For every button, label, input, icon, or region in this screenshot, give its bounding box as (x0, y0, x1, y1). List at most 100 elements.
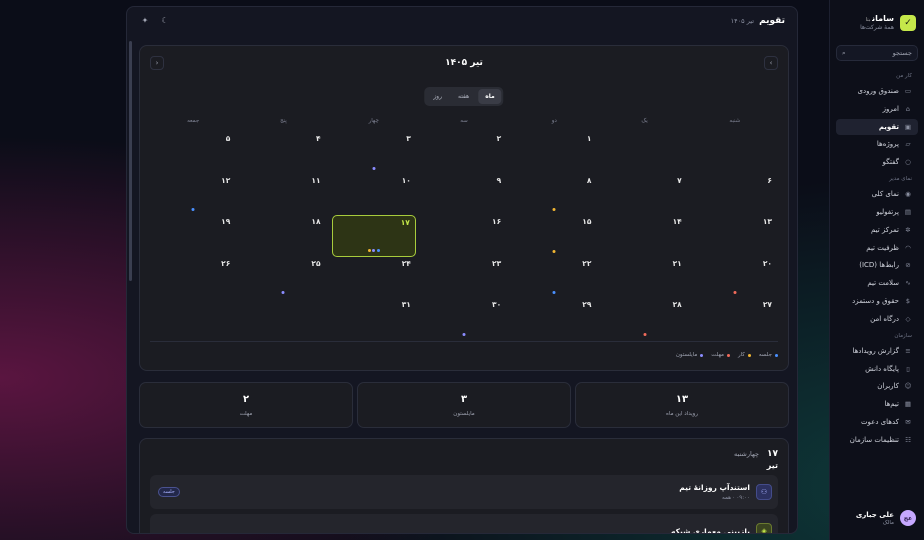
scrollbar[interactable] (129, 41, 132, 281)
calendar-day[interactable]: ۲ (422, 132, 506, 174)
sidebar-item[interactable]: ○ گفتگو (836, 154, 918, 170)
calendar-day[interactable]: ۲۸ (602, 298, 686, 340)
view-tab[interactable]: هفته (451, 89, 476, 104)
weekday-label: دو (551, 118, 557, 124)
moon-icon[interactable]: ☾ (159, 15, 171, 27)
sidebar-item-label: صندوق ورودی (857, 87, 899, 95)
sidebar-item[interactable]: ▭ صندوق ورودی (836, 83, 918, 99)
calendar-day[interactable]: ۲۴ (332, 257, 416, 299)
brand-subtitle: همهٔ شرکت‌ها (860, 24, 894, 31)
event-dots (191, 208, 195, 211)
calendar-day[interactable]: ۵ (151, 132, 235, 174)
calendar-day[interactable]: ۱۷ (331, 215, 416, 257)
sidebar-item[interactable]: ◠ ظرفیت تیم (836, 240, 918, 256)
event-title: بازبینی معماری شبکه (671, 526, 750, 534)
calendar-day[interactable]: ۱۶ (422, 215, 506, 257)
calendar-day[interactable]: ۴ (241, 132, 325, 174)
page-subtitle: تیر ۱۴۰۵ (730, 17, 755, 25)
calendar-day[interactable]: ۳۰ (422, 298, 506, 340)
sidebar-item-label: تقویم (878, 122, 899, 131)
sparkle-icon[interactable]: ✦ (139, 15, 151, 27)
event-list: ⚇ استندآپ روزانهٔ تیم ۰۹:۰۰ · همه جلسه ◈ بازب… (150, 475, 778, 533)
calendar-day[interactable]: ۱۸ (241, 215, 325, 257)
calendar-day[interactable]: ۲۵ (241, 257, 325, 299)
sidebar-item[interactable]: ☷ تنظیمات سازمان (836, 432, 918, 448)
book-icon: ▯ (906, 364, 910, 373)
stat-value: ۲ (242, 393, 250, 405)
chevron-right-icon: › (769, 59, 773, 67)
event-item[interactable]: ◈ بازبینی معماری شبکه (150, 514, 778, 533)
day-month: تیر (766, 461, 778, 470)
briefcase-icon: ▤ (904, 207, 912, 216)
sidebar-item[interactable]: ✲ تمرکز تیم (836, 222, 918, 238)
sidebar-item[interactable]: ☺ کاربران (836, 378, 918, 394)
calendar-day[interactable]: ۱۹ (151, 215, 235, 257)
calendar-day[interactable]: ۱۳ (693, 215, 777, 257)
search-input[interactable]: جستجو ⌕ (836, 45, 918, 61)
calendar-day[interactable]: ۲۷ (693, 298, 777, 340)
sidebar-item[interactable]: ◉ نمای کلی (836, 186, 918, 202)
calendar-day[interactable]: ۱۰ (332, 174, 416, 216)
day-number-label: ۲۹ (582, 300, 592, 309)
weekday-header: شنبه یک دو سه چهار پنج جمعه (148, 118, 780, 124)
sidebar-item-label: پروژه‌ها (876, 140, 899, 149)
calendar-day[interactable]: ۲۲ (512, 257, 596, 299)
sidebar-item[interactable]: ✉ کدهای دعوت (836, 414, 918, 430)
day-number-label: ۱۵ (582, 217, 592, 226)
dollar-icon: $ (905, 296, 911, 305)
sidebar-item[interactable]: ∿ سلامت تیم (836, 275, 918, 291)
sidebar-section-title: نمای مدیر (889, 176, 912, 183)
day-number-label: ۱۰ (401, 175, 411, 185)
day-number-label: ۲۴ (401, 258, 411, 268)
sidebar-item[interactable]: ≡ گزارش رویدادها (836, 343, 918, 359)
legend-label: مایلستون (675, 352, 698, 358)
grid-icon: ▦ (904, 400, 912, 409)
user-profile[interactable]: عج علی جباری مالک (836, 510, 916, 526)
calendar-day[interactable]: ۱۱ (241, 174, 325, 216)
sidebar-item[interactable]: ▦ تیم‌ها (836, 396, 918, 412)
calendar-day[interactable]: ۲۶ (151, 257, 235, 299)
mail-icon: ✉ (905, 417, 911, 426)
sidebar-item[interactable]: ⊘ رابط‌ها (ICD) (836, 257, 918, 273)
calendar-day[interactable]: ۲۰ (693, 257, 777, 299)
calendar-day[interactable]: ۹ (422, 174, 506, 216)
sidebar-item[interactable]: ▣ تقویم (836, 118, 918, 135)
sidebar-item[interactable]: ▱ پروژه‌ها (836, 136, 918, 152)
legend-label: کار (737, 352, 745, 358)
view-tab[interactable]: روز (426, 89, 449, 104)
next-month-button[interactable]: › (764, 56, 778, 70)
sidebar-item[interactable]: ▤ پرتفولیو (836, 204, 918, 220)
day-number-label: ۳۱ (401, 300, 411, 309)
view-tab[interactable]: ماه (478, 89, 502, 104)
event-item[interactable]: ⚇ استندآپ روزانهٔ تیم ۰۹:۰۰ · همه جلسه (150, 475, 778, 509)
calendar-day[interactable]: ۱۲ (151, 174, 235, 216)
sidebar-item[interactable]: $ حقوق و دستمزد (836, 293, 918, 309)
prev-month-button[interactable]: ‹ (150, 56, 164, 70)
day-number: ۱۷ (767, 449, 778, 459)
calendar-day[interactable]: ۳ (332, 132, 416, 174)
brand[interactable]: ✓ سامانبتا همهٔ شرکت‌ها (836, 14, 916, 31)
calendar-day[interactable]: ۶ (693, 174, 777, 216)
sidebar-item[interactable]: ◇ درگاه امن (836, 311, 918, 327)
legend-dot (747, 353, 751, 357)
sidebar-item[interactable]: ▯ پایگاه دانش (836, 361, 918, 377)
calendar-day[interactable]: ۸ (512, 174, 596, 216)
eye-icon: ◉ (905, 190, 911, 199)
folder-icon: ▱ (905, 140, 911, 149)
calendar-day[interactable]: ۲۳ (422, 257, 506, 299)
calendar-day[interactable]: ۲۹ (512, 298, 596, 340)
search-icon: ⌕ (842, 48, 846, 57)
calendar-empty-cell (241, 298, 325, 340)
calendar-day[interactable]: ۳۱ (332, 298, 416, 340)
day-number-label: ۶ (767, 175, 772, 185)
calendar-day[interactable]: ۱۵ (512, 215, 596, 257)
search-label: جستجو (892, 49, 912, 57)
day-number-label: ۴ (316, 134, 321, 143)
calendar-day[interactable]: ۷ (602, 174, 686, 216)
event-dot (367, 248, 371, 252)
sidebar-item[interactable]: ⌂ امروز (836, 101, 918, 117)
calendar-day[interactable]: ۱ (512, 132, 596, 174)
legend-label: مهلت (711, 352, 724, 358)
calendar-day[interactable]: ۱۴ (602, 215, 686, 257)
calendar-day[interactable]: ۲۱ (602, 257, 686, 299)
